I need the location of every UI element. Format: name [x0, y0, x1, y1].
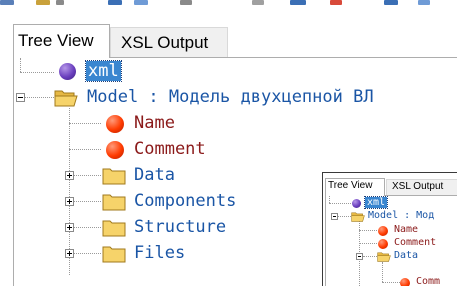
toolbar-icon[interactable]	[56, 0, 64, 5]
tree-node-xml[interactable]: xml	[14, 60, 214, 84]
expand-toggle-icon[interactable]	[65, 249, 74, 258]
red-node-icon	[106, 141, 124, 159]
expand-toggle-icon[interactable]	[65, 223, 74, 232]
inset-node-name[interactable]: Name	[326, 224, 457, 237]
tree-node-label: Data	[134, 165, 175, 185]
tree-node-name[interactable]: Name	[14, 112, 214, 136]
tab-xsl-output[interactable]: XSL Output	[110, 27, 228, 57]
folder-open-icon	[351, 212, 365, 222]
tree-node-label: Data	[394, 250, 419, 261]
tree-node-label: Comment	[394, 237, 437, 248]
red-node-icon	[400, 278, 410, 286]
toolbar-icon[interactable]	[134, 0, 148, 5]
tree-node-label: Name	[394, 224, 419, 235]
inset-node-model[interactable]: Model : Мод	[326, 210, 457, 223]
folder-icon	[102, 168, 126, 185]
toolbar-icon[interactable]	[252, 0, 264, 5]
tab-tree-view[interactable]: Tree View	[13, 24, 110, 58]
tree-node-label: Model : Мод	[368, 210, 435, 221]
toolbar-icon[interactable]	[418, 0, 430, 5]
tree-node-label: Structure	[134, 217, 227, 237]
tree-node-model[interactable]: Model : Модель двухцепной ВЛ	[14, 86, 457, 110]
inset-preview: XSL Output Tree View xml Model : Мод Nam…	[322, 172, 457, 286]
folder-icon	[102, 220, 126, 237]
inset-node-data[interactable]: Data	[326, 250, 457, 263]
expand-toggle-icon[interactable]	[65, 197, 74, 206]
tree-node-label: Components	[134, 191, 237, 211]
tree-node-components[interactable]: Components	[14, 190, 314, 214]
toolbar-icon[interactable]	[36, 0, 50, 5]
inset-node-xml[interactable]: xml	[326, 196, 456, 210]
folder-open-icon	[377, 252, 391, 262]
toolbar-icon[interactable]	[384, 0, 398, 5]
inset-node-comment-child[interactable]: Comm	[326, 276, 457, 286]
toolbar-icon[interactable]	[330, 0, 342, 5]
purple-node-icon	[352, 199, 361, 208]
red-node-icon	[378, 239, 388, 249]
folder-open-icon	[54, 90, 78, 107]
folder-icon	[102, 246, 126, 263]
tree-node-label: Model : Модель двухцепной ВЛ	[87, 87, 374, 107]
folder-icon	[102, 194, 126, 211]
inset-node-comment[interactable]: Comment	[326, 237, 457, 250]
inset-tree-panel: xml Model : Мод Name Comment Data Comm	[325, 195, 457, 286]
toolbar-icon[interactable]	[0, 0, 14, 5]
toolbar-icon[interactable]	[180, 0, 192, 5]
toolbar-icon[interactable]	[290, 0, 306, 5]
expand-toggle-icon[interactable]	[65, 171, 74, 180]
tree-node-structure[interactable]: Structure	[14, 216, 314, 240]
inset-tab-xsl-output[interactable]: XSL Output	[386, 179, 457, 196]
inset-tab-tree-view[interactable]: Tree View	[325, 178, 385, 196]
tree-node-data[interactable]: Data	[14, 164, 264, 188]
tree-node-label: Comment	[134, 139, 206, 159]
tree-node-label: Files	[134, 243, 186, 263]
tree-node-label: xml	[85, 60, 122, 82]
red-node-icon	[378, 226, 388, 236]
tree-node-label: xml	[363, 196, 389, 209]
tree-node-files[interactable]: Files	[14, 242, 264, 266]
red-node-icon	[106, 115, 124, 133]
tree-node-label: Comm	[416, 276, 441, 286]
toolbar-strip	[0, 0, 457, 12]
tree-node-label: Name	[134, 113, 175, 133]
collapse-toggle-icon[interactable]	[16, 93, 25, 102]
tree-node-comment[interactable]: Comment	[14, 138, 264, 162]
purple-node-icon	[59, 63, 76, 80]
collapse-toggle-icon[interactable]	[356, 253, 363, 260]
toolbar-icon[interactable]	[108, 0, 122, 5]
collapse-toggle-icon[interactable]	[331, 213, 338, 220]
